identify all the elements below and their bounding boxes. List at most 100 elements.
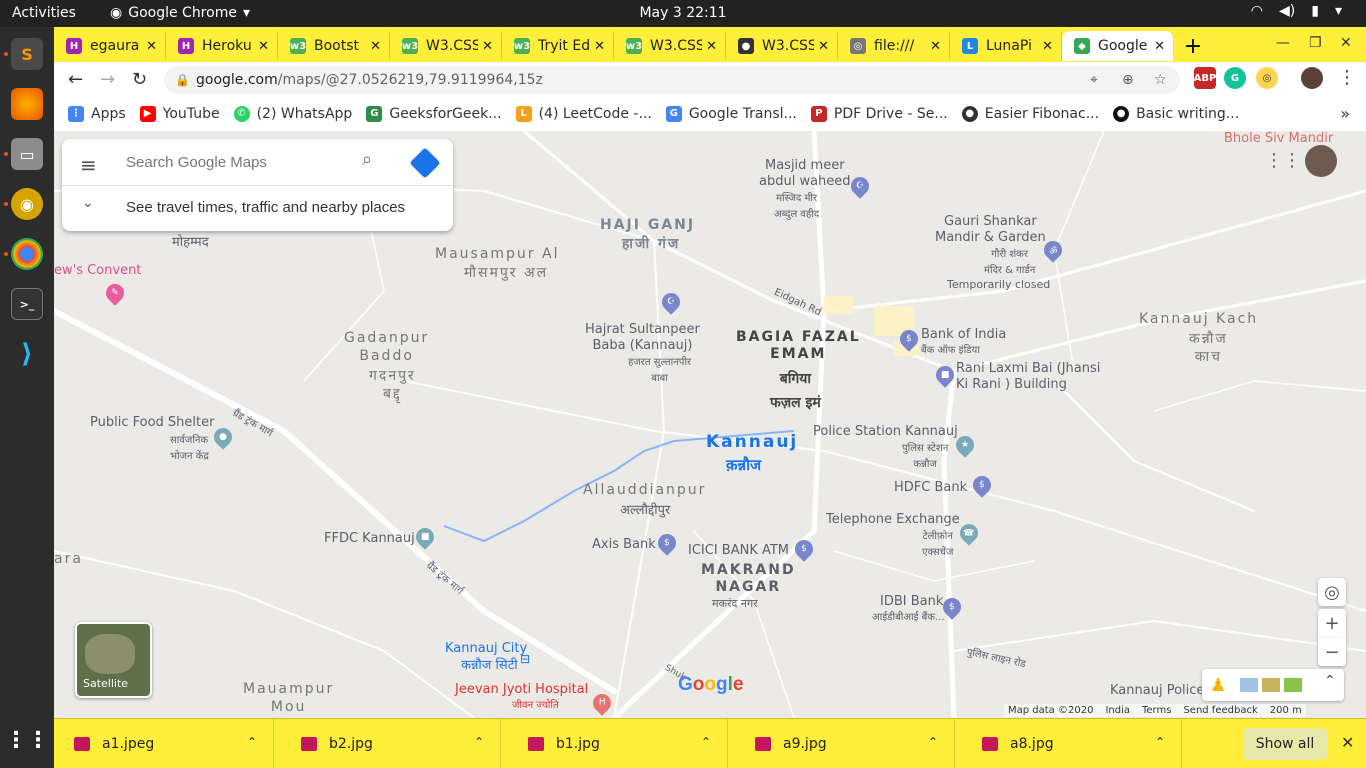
bookmark-leetcode[interactable]: L (4) LeetCode -... [515, 105, 652, 122]
map-label-masjid[interactable]: Masjid meer abdul waheed [759, 158, 851, 190]
map-label-ffdc-kannauj[interactable]: FFDC Kannauj [324, 531, 415, 547]
show-applications-icon[interactable]: ⋮⋮ [5, 724, 49, 756]
forward-button[interactable]: → [100, 69, 115, 90]
chevron-up-icon[interactable]: ⌃ [701, 735, 711, 749]
system-tray[interactable]: ◠ ◀) ▮ ▾ [1251, 3, 1342, 19]
transit-layer-icon[interactable] [1284, 678, 1302, 692]
browser-tab[interactable]: L LunaPi ✕ [950, 31, 1062, 61]
install-icon[interactable]: ⊕ [1122, 66, 1134, 94]
close-icon[interactable]: ✕ [818, 39, 829, 54]
close-icon[interactable]: ✕ [370, 39, 381, 54]
terrain-layer-icon[interactable] [1240, 678, 1258, 692]
map-label-kannauj[interactable]: Kannauj [706, 434, 798, 451]
bookmark-star-icon[interactable]: ☆ [1154, 66, 1167, 94]
bookmark-google-translate[interactable]: G Google Transl... [665, 105, 797, 122]
bookmark-whatsapp[interactable]: ✆ (2) WhatsApp [233, 105, 352, 122]
download-item[interactable]: b1.jpg ⌃ [508, 719, 728, 768]
chevron-up-icon[interactable]: ⌃ [928, 735, 938, 749]
vscode-icon[interactable]: ⟩ [11, 338, 43, 370]
new-tab-button[interactable]: + [1178, 31, 1208, 61]
send-feedback-link[interactable]: Send feedback [1183, 705, 1257, 716]
terms-link[interactable]: Terms [1142, 705, 1171, 716]
bookmark-basic-writing[interactable]: ● Basic writing... [1113, 105, 1239, 122]
bookmark-pdf-drive[interactable]: P PDF Drive - Se... [810, 105, 948, 122]
map-label-bank-of-india[interactable]: Bank of India [921, 327, 1006, 343]
traffic-layer-icon[interactable] [1262, 678, 1280, 692]
scale-label[interactable]: 200 m [1270, 705, 1302, 716]
browser-tab-active[interactable]: ◆ Google ✕ [1062, 31, 1174, 61]
zoom-out-button[interactable]: − [1318, 638, 1346, 666]
close-icon[interactable]: ✕ [146, 39, 157, 54]
search-icon[interactable]: ⌕ [362, 149, 372, 170]
clock[interactable]: May 3 22:11 [0, 5, 1366, 21]
country-label[interactable]: India [1105, 705, 1130, 716]
map-label-jeevan-jyoti-hospital[interactable]: Jeevan Jyoti Hospital [455, 682, 588, 698]
satellite-toggle[interactable]: Satellite [75, 622, 152, 698]
pegman-icon[interactable]: ♟ [1210, 675, 1226, 696]
back-button[interactable]: ← [68, 69, 83, 90]
close-icon[interactable]: ✕ [1042, 39, 1053, 54]
adblock-extension-icon[interactable]: ABP [1194, 67, 1216, 89]
map-label-makrand-nagar[interactable]: MAKRAND NAGAR [701, 562, 796, 596]
map-label-axis-bank[interactable]: Axis Bank [592, 537, 656, 553]
browser-tab[interactable]: w3 Bootst ✕ [278, 31, 390, 61]
my-location-button[interactable]: ◎ [1318, 578, 1346, 606]
bookmark-apps[interactable]: ⋮ Apps [68, 105, 126, 122]
extension-icon[interactable]: ◎ [1256, 67, 1278, 89]
map-label-police-station[interactable]: Police Station Kannauj [813, 424, 958, 440]
map-data-attribution[interactable]: Map data ©2020 [1008, 705, 1093, 716]
download-item[interactable]: b2.jpg ⌃ [281, 719, 501, 768]
download-item[interactable]: a8.jpg ⌃ [962, 719, 1182, 768]
close-icon[interactable]: ✕ [594, 39, 605, 54]
close-window-button[interactable]: ✕ [1340, 35, 1352, 51]
more-bookmarks-icon[interactable]: » [1340, 104, 1350, 123]
chevron-up-icon[interactable]: ⌃ [247, 735, 257, 749]
map-canvas[interactable]: HAJI GANJ हाजी गंज Masjid meer abdul wah… [54, 131, 1366, 718]
map-label-convent[interactable]: ew's Convent [54, 263, 141, 279]
directions-icon[interactable] [409, 147, 441, 179]
files-icon[interactable]: ▭ [11, 138, 43, 170]
map-label-public-food-shelter[interactable]: Public Food Shelter [90, 415, 214, 431]
grammarly-extension-icon[interactable]: G [1224, 67, 1246, 89]
map-label-idbi-bank[interactable]: IDBI Bank [880, 594, 943, 610]
download-item[interactable]: a1.jpeg ⌃ [54, 719, 274, 768]
bookmark-youtube[interactable]: ▶ YouTube [139, 105, 220, 122]
map-label-kannauj-city[interactable]: Kannauj City [445, 641, 527, 657]
map-label-gauri-shankar[interactable]: Gauri Shankar Mandir & Garden [935, 214, 1046, 246]
account-avatar[interactable] [1305, 145, 1337, 177]
download-item[interactable]: a9.jpg ⌃ [735, 719, 955, 768]
train-station-icon[interactable]: ⊟ [520, 651, 530, 667]
map-label-bagia-fazal-emam[interactable]: BAGIA FAZAL EMAM [736, 329, 861, 363]
browser-tab[interactable]: w3 W3.CSS ✕ [614, 31, 726, 61]
map-label-icici-atm[interactable]: ICICI BANK ATM [688, 543, 789, 559]
map-label-hajrat-sultanpeer[interactable]: Hajrat Sultanpeer Baba (Kannauj) [585, 322, 700, 354]
close-icon[interactable]: ✕ [930, 39, 941, 54]
map-label-rani-laxmi-bai[interactable]: Rani Laxmi Bai (Jhansi Ki Rani ) Buildin… [956, 361, 1100, 393]
rhythmbox-icon[interactable]: ◉ [11, 188, 43, 220]
chevron-up-icon[interactable]: ⌃ [1324, 673, 1336, 689]
zoom-in-button[interactable]: + [1318, 609, 1346, 638]
minimize-button[interactable]: — [1276, 35, 1290, 51]
reload-button[interactable]: ↻ [132, 69, 147, 90]
map-label-hdfc-bank[interactable]: HDFC Bank [894, 480, 967, 496]
address-bar[interactable]: 🔒 google.com/maps/@27.0526219,79.9119964… [164, 66, 1180, 94]
sublime-text-icon[interactable]: S [11, 38, 43, 70]
browser-tab[interactable]: H Heroku ✕ [166, 31, 278, 61]
map-label-telephone-exchange[interactable]: Telephone Exchange [826, 512, 960, 528]
map-label-haji-ganj[interactable]: HAJI GANJ [600, 217, 695, 233]
layers-panel[interactable]: ♟ ⌃ [1202, 669, 1344, 701]
close-icon[interactable]: ✕ [258, 39, 269, 54]
location-icon[interactable]: ⌖ [1090, 66, 1098, 94]
chevron-up-icon[interactable]: ⌃ [1155, 735, 1165, 749]
chevron-up-icon[interactable]: ⌃ [474, 735, 484, 749]
browser-tab[interactable]: w3 W3.CSS ✕ [390, 31, 502, 61]
close-icon[interactable]: ✕ [1154, 39, 1165, 54]
chrome-icon[interactable] [11, 238, 43, 270]
browser-tab[interactable]: ● W3.CSS ✕ [726, 31, 838, 61]
bookmark-geeksforgeeks[interactable]: G GeeksforGeek... [366, 105, 502, 122]
maximize-button[interactable]: ❐ [1309, 35, 1322, 51]
profile-avatar[interactable] [1301, 67, 1323, 89]
close-icon[interactable]: ✕ [706, 39, 717, 54]
map-label-kannauj-police[interactable]: Kannauj Police [1110, 683, 1204, 699]
search-input[interactable] [126, 154, 346, 171]
